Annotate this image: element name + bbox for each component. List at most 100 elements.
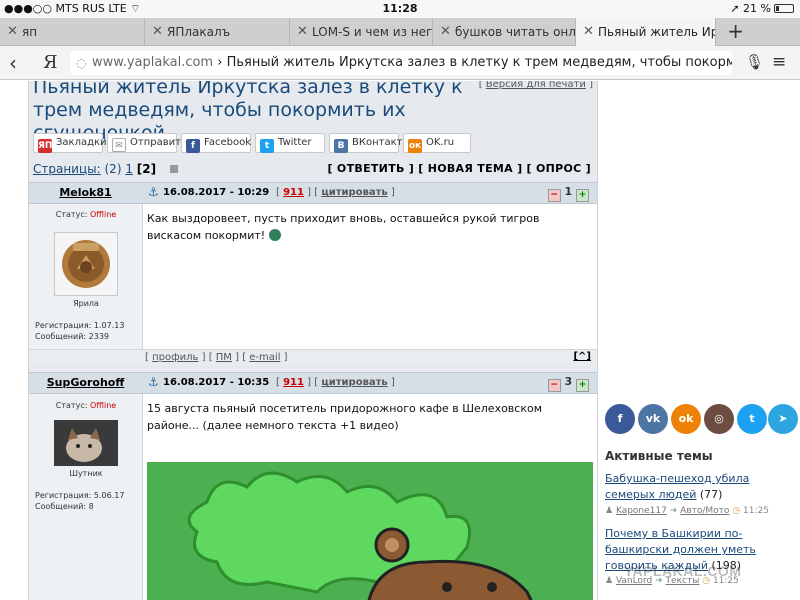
- thumbs-down-icon[interactable]: −: [547, 379, 561, 392]
- tab-bushkov[interactable]: ✕ бушков читать онлайн: [433, 18, 576, 46]
- profile-link[interactable]: профиль: [152, 352, 198, 363]
- topic-time: 11:25: [743, 506, 769, 516]
- twitter-share-button[interactable]: t Twitter: [255, 133, 325, 153]
- tab-label: яп: [22, 25, 38, 39]
- close-tab-icon[interactable]: ✕: [7, 18, 18, 46]
- print-version-link[interactable]: [ Версия для печати ]: [479, 81, 593, 90]
- user-meta: Регистрация: 1.07.13 Сообщений: 2339: [35, 320, 124, 342]
- tab-label: бушков читать онлайн: [455, 25, 576, 39]
- active-topic-meta: ♟ Kapone117 ➜ Авто/Мото ◷ 11:25: [605, 506, 800, 516]
- yandex-logo[interactable]: Я: [43, 52, 58, 73]
- pagination: Страницы: (2) 1 [2]: [33, 162, 178, 176]
- user-icon: ♟: [605, 506, 614, 516]
- web-page: Пьяный житель Иркутска залез в клетку к …: [0, 81, 800, 600]
- vk-icon: В: [334, 139, 348, 153]
- pages-label[interactable]: Страницы:: [33, 162, 101, 176]
- avatar[interactable]: [54, 420, 118, 466]
- active-topics-heading: Активные темы: [605, 449, 713, 463]
- post-author[interactable]: Melok81: [29, 186, 142, 199]
- close-tab-icon[interactable]: ✕: [440, 18, 451, 46]
- tab-active-topic[interactable]: ✕ Пьяный житель Иркутск: [576, 18, 716, 47]
- post-image[interactable]: [147, 462, 593, 600]
- right-sidebar: f vk ok ◎ t ➤ Активные темы Бабушка-пеше…: [598, 81, 800, 600]
- user-panel: Статус: Offline Ярила Регистрация: 1.07.…: [29, 204, 143, 349]
- user-meta: Регистрация: 5.06.17 Сообщений: 8: [35, 490, 124, 512]
- post-number[interactable]: 911: [283, 187, 304, 198]
- microphone-icon[interactable]: 🎙: [745, 53, 764, 71]
- cat-photo-icon: [54, 420, 118, 466]
- page-jump-icon[interactable]: [169, 165, 178, 173]
- instagram-icon[interactable]: ◎: [704, 404, 734, 434]
- topic-actions[interactable]: [ ОТВЕТИТЬ ] [ НОВАЯ ТЕМА ] [ ОПРОС ]: [327, 162, 591, 175]
- thumbs-down-icon[interactable]: −: [547, 189, 561, 202]
- current-page: [2]: [136, 162, 157, 176]
- post-anchor-icon[interactable]: ⚓: [148, 185, 159, 199]
- pm-link[interactable]: ПМ: [216, 352, 232, 363]
- user-panel: Статус: Offline Шутник Регистрация: 5.06…: [29, 394, 143, 600]
- topic-section-link[interactable]: Авто/Мото: [680, 506, 729, 516]
- post-links: [ 911 ] [ цитировать ]: [276, 377, 395, 388]
- quote-link[interactable]: цитировать: [321, 377, 387, 388]
- page-1-link[interactable]: 1: [125, 162, 133, 176]
- post-number[interactable]: 911: [283, 377, 304, 388]
- vk-icon[interactable]: vk: [638, 404, 668, 434]
- site-icon: ◌: [76, 56, 87, 70]
- quote-link[interactable]: цитировать: [321, 187, 387, 198]
- post-text: 15 августа пьяный посетитель придорожног…: [147, 402, 543, 432]
- active-topic-link[interactable]: Бабушка-пешеход убила семерых людей: [605, 472, 749, 501]
- post-body: 15 августа пьяный посетитель придорожног…: [143, 394, 597, 600]
- close-tab-icon[interactable]: ✕: [152, 18, 163, 46]
- vk-share-button[interactable]: В ВКонтакте: [329, 133, 409, 153]
- twitter-icon: t: [260, 139, 274, 153]
- post: SupGorohoff ⚓ 16.08.2017 - 10:35 [ 911 ]…: [29, 372, 597, 600]
- smiley-icon: [268, 229, 281, 241]
- thumbs-up-icon[interactable]: +: [576, 189, 589, 202]
- share-label: Закладки: [56, 137, 107, 148]
- status-offline: Offline: [89, 210, 117, 219]
- ok-share-button[interactable]: ок OK.ru: [403, 133, 471, 153]
- facebook-icon[interactable]: f: [605, 404, 635, 434]
- post-rating: − 3 +: [547, 375, 589, 392]
- scroll-top-link[interactable]: [^]: [573, 351, 591, 362]
- ussr-emblem-icon: [62, 240, 110, 288]
- arrow-icon: ➜: [669, 506, 678, 516]
- rating-value: 1: [564, 185, 573, 198]
- send-button[interactable]: ✉ Отправить: [107, 133, 187, 153]
- user-status: Статус: Offline: [55, 401, 117, 410]
- active-topic-count: (77): [699, 488, 723, 501]
- email-link[interactable]: e-mail: [249, 352, 280, 363]
- thumbs-up-icon[interactable]: +: [576, 379, 589, 392]
- menu-icon[interactable]: ≡: [772, 52, 786, 72]
- post-rating: − 1 +: [547, 185, 589, 202]
- user-icon: ♟: [605, 576, 614, 586]
- topic-user-link[interactable]: Kapone117: [616, 506, 667, 516]
- post-anchor-icon[interactable]: ⚓: [148, 375, 159, 389]
- clock-icon: ◷: [732, 506, 741, 516]
- tab-lom-s[interactable]: ✕ LOM-S и чем из него с: [290, 18, 433, 46]
- user-status: Статус: Offline: [55, 210, 117, 219]
- twitter-icon[interactable]: t: [737, 404, 767, 434]
- avatar[interactable]: [54, 232, 118, 296]
- print-version-label[interactable]: Версия для печати: [486, 81, 586, 90]
- telegram-icon[interactable]: ➤: [768, 404, 798, 434]
- odnoklassniki-icon[interactable]: ok: [671, 404, 701, 434]
- tab-yap[interactable]: ✕ яп: [0, 18, 145, 46]
- site-watermark: YAPLAKAL.COM: [624, 563, 742, 579]
- status-offline: Offline: [89, 401, 117, 410]
- facebook-share-button[interactable]: f Facebook: [181, 133, 251, 153]
- forum-main-column: Пьяный житель Иркутска залез в клетку к …: [28, 81, 598, 600]
- address-bar: ‹ Я ◌ www.yaplakal.com › Пьяный житель Ир…: [0, 46, 800, 80]
- registration-date: Регистрация: 1.07.13: [35, 321, 125, 330]
- back-button[interactable]: ‹: [9, 51, 17, 75]
- new-tab-button[interactable]: +: [727, 18, 744, 44]
- close-tab-icon[interactable]: ✕: [583, 18, 594, 46]
- share-label: Facebook: [204, 137, 251, 148]
- post-author[interactable]: SupGorohoff: [29, 376, 142, 389]
- post-date: 16.08.2017 - 10:35: [163, 377, 270, 388]
- close-tab-icon[interactable]: ✕: [297, 18, 308, 46]
- bookmarks-button[interactable]: ЯП Закладки: [33, 133, 107, 153]
- bear-cartoon-image: [147, 462, 593, 600]
- url-field[interactable]: ◌ www.yaplakal.com › Пьяный житель Иркутс…: [70, 51, 732, 75]
- tab-yaplakal[interactable]: ✕ ЯПлакалъ: [145, 18, 290, 46]
- clock: 11:28: [382, 2, 418, 15]
